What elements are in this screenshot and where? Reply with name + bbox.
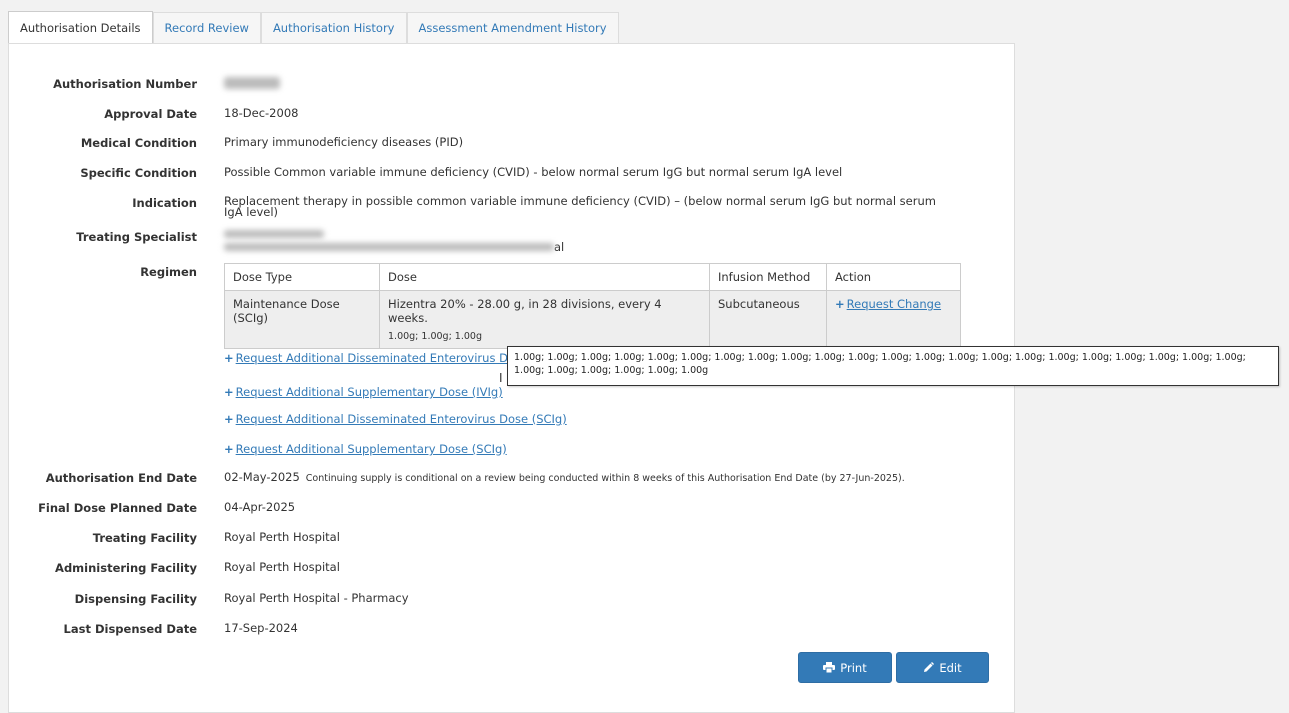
edit-label: Edit <box>939 660 962 675</box>
end-date-note: Continuing supply is conditional on a re… <box>305 473 905 484</box>
treating-specialist-redacted: al <box>224 230 564 254</box>
print-button[interactable]: Print <box>798 652 892 683</box>
col-action: Action <box>826 263 961 291</box>
label-approval-date: Approval Date <box>104 107 197 121</box>
request-enterovirus-scig-link[interactable]: Request Additional Disseminated Enterovi… <box>236 412 567 426</box>
dose-divisions-tooltip: 1.00g; 1.00g; 1.00g; 1.00g; 1.00g; 1.00g… <box>507 346 1279 386</box>
value-treating-facility: Royal Perth Hospital <box>224 530 340 544</box>
label-medical-condition: Medical Condition <box>80 136 197 150</box>
label-authorisation-end-date: Authorisation End Date <box>45 471 197 485</box>
col-infusion-method: Infusion Method <box>709 263 827 291</box>
request-supplementary-ivig-link[interactable]: Request Additional Supplementary Dose (I… <box>236 385 503 399</box>
dose-divisions[interactable]: 1.00g; 1.00g; 1.00g <box>388 331 701 342</box>
edit-button[interactable]: Edit <box>896 652 989 683</box>
cell-action: + Request Change <box>826 290 961 349</box>
label-indication: Indication <box>132 196 197 210</box>
value-medical-condition: Primary immunodeficiency diseases (PID) <box>224 135 464 149</box>
regimen-table: Dose Type Dose Infusion Method Action Ma… <box>224 263 961 349</box>
label-authorisation-number: Authorisation Number <box>53 77 197 91</box>
plus-icon: + <box>224 351 234 365</box>
request-enterovirus-d-link[interactable]: Request Additional Disseminated Enterovi… <box>236 351 508 365</box>
tab-record-review[interactable]: Record Review <box>152 12 261 43</box>
label-dispensing-facility: Dispensing Facility <box>74 592 197 606</box>
request-item-enterovirus-scig[interactable]: + Request Additional Disseminated Enterov… <box>224 412 567 426</box>
value-treating-specialist-tail: al <box>554 240 565 254</box>
plus-icon: + <box>224 442 234 456</box>
tab-authorisation-history[interactable]: Authorisation History <box>260 12 407 43</box>
label-last-dispensed-date: Last Dispensed Date <box>63 622 197 636</box>
plus-icon: + <box>224 385 234 399</box>
label-treating-specialist: Treating Specialist <box>76 230 197 244</box>
print-label: Print <box>840 660 867 675</box>
tab-authorisation-details[interactable]: Authorisation Details <box>8 11 153 44</box>
table-header-row: Dose Type Dose Infusion Method Action <box>224 263 961 291</box>
printer-icon <box>823 662 836 673</box>
text-cursor-icon: I <box>499 371 503 385</box>
label-administering-facility: Administering Facility <box>55 561 197 575</box>
cell-infusion-method: Subcutaneous <box>709 290 827 349</box>
value-specific-condition: Possible Common variable immune deficien… <box>224 165 843 179</box>
request-item-supplementary-ivig[interactable]: + Request Additional Supplementary Dose (… <box>224 385 503 399</box>
value-authorisation-end-date: 02-May-2025 Continuing supply is conditio… <box>224 471 905 485</box>
label-final-dose-planned-date: Final Dose Planned Date <box>38 501 197 515</box>
label-regimen: Regimen <box>140 265 197 279</box>
label-specific-condition: Specific Condition <box>80 166 197 180</box>
request-change-link[interactable]: Request Change <box>847 297 941 311</box>
authorisation-number-redacted <box>224 77 280 92</box>
col-dose: Dose <box>379 263 710 291</box>
value-last-dispensed-date: 17-Sep-2024 <box>224 621 298 635</box>
pencil-icon <box>924 662 935 672</box>
plus-icon: + <box>224 412 234 426</box>
value-approval-date: 18-Dec-2008 <box>224 106 299 120</box>
value-final-dose-planned-date: 04-Apr-2025 <box>224 500 296 514</box>
value-dispensing-facility: Royal Perth Hospital - Pharmacy <box>224 591 409 605</box>
request-item-enterovirus-d[interactable]: + Request Additional Disseminated Enterov… <box>224 351 508 365</box>
dose-text: Hizentra 20% - 28.00 g, in 28 divisions,… <box>388 297 662 325</box>
value-administering-facility: Royal Perth Hospital <box>224 560 340 574</box>
tab-assessment-amendment-history[interactable]: Assessment Amendment History <box>406 12 619 43</box>
table-row: Maintenance Dose (SCIg) Hizentra 20% - 2… <box>224 290 961 349</box>
cell-dose-type: Maintenance Dose (SCIg) <box>224 290 380 349</box>
cell-dose: Hizentra 20% - 28.00 g, in 28 divisions,… <box>379 290 710 349</box>
value-indication: Replacement therapy in possible common v… <box>224 194 936 219</box>
request-item-supplementary-scig[interactable]: + Request Additional Supplementary Dose (… <box>224 442 507 456</box>
col-dose-type: Dose Type <box>224 263 380 291</box>
label-treating-facility: Treating Facility <box>92 531 197 545</box>
end-date-text: 02-May-2025 <box>224 470 300 484</box>
request-supplementary-scig-link[interactable]: Request Additional Supplementary Dose (S… <box>236 442 507 456</box>
plus-icon: + <box>835 297 845 311</box>
tab-bar: Authorisation Details Record Review Auth… <box>8 11 619 44</box>
